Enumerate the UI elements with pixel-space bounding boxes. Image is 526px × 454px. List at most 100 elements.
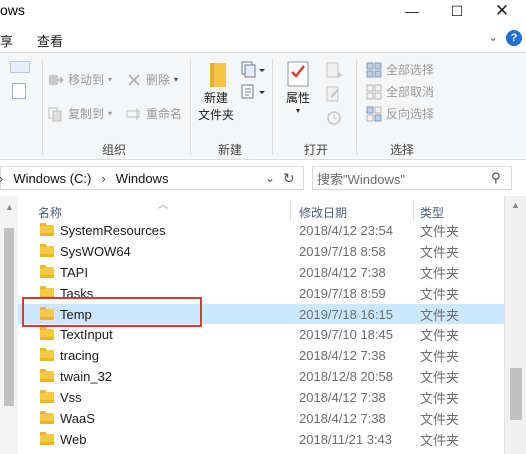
address-bar[interactable]: › Windows (C:) › Windows ⌄ ↻ (0, 166, 304, 190)
history-icon (327, 111, 341, 125)
search-icon[interactable]: ⚲ (491, 170, 501, 186)
folder-icon (40, 390, 54, 404)
scroll-up-icon[interactable]: ▲ (511, 200, 520, 210)
collapse-ribbon-icon[interactable]: ⌄ (488, 30, 498, 44)
list-item[interactable]: Vss 2018/4/12 7:38 文件夹 (18, 387, 504, 408)
folder-icon (40, 306, 54, 320)
file-type: 文件夹 (420, 328, 460, 344)
refresh-icon[interactable]: ↻ (283, 170, 295, 187)
list-item-selected[interactable]: Temp 2019/7/18 16:15 文件夹 (18, 303, 504, 325)
invert-selection-icon (366, 106, 382, 122)
rename-label: 重命名 (146, 107, 183, 121)
address-dropdown-icon[interactable]: ⌄ (265, 171, 275, 185)
open-group-label: 打开 (304, 143, 329, 157)
file-date: 2018/12/8 20:58 (299, 369, 393, 385)
delete-dropdown-icon: ▾ (174, 75, 179, 84)
close-button[interactable]: ✕ (482, 0, 522, 22)
scrollbar-thumb[interactable] (510, 368, 522, 420)
minimize-button[interactable]: — (392, 0, 432, 22)
file-name: TextInput (60, 327, 113, 343)
ribbon-separator (356, 59, 357, 155)
file-type: 文件夹 (420, 286, 460, 302)
list-item[interactable]: SystemResources 2018/4/12 23:54 文件夹 (18, 220, 504, 241)
file-name: TAPI (60, 264, 88, 280)
properties-button[interactable]: 属性 ▾ (280, 59, 316, 115)
list-item[interactable]: tracing 2018/4/12 7:38 文件夹 (18, 345, 504, 366)
new-folder-button[interactable]: 新建 文件夹 (196, 59, 236, 123)
column-type[interactable]: 类型 (420, 204, 444, 221)
ribbon-tabs: 享 查看 ⌄ ? (0, 26, 526, 52)
list-item[interactable]: WaaS 2018/4/12 7:38 文件夹 (18, 408, 504, 429)
breadcrumb-separator-icon[interactable]: › (101, 171, 105, 186)
scrollbar-thumb[interactable] (4, 228, 14, 406)
edit-button[interactable] (324, 85, 344, 106)
list-item[interactable]: SysWOW64 2019/7/18 8:58 文件夹 (18, 241, 504, 262)
folder-icon (40, 410, 54, 424)
file-name: SysWOW64 (60, 243, 131, 259)
file-name: Web (60, 431, 87, 447)
easy-access-icon (241, 84, 265, 99)
list-item[interactable]: Web 2018/11/21 3:43 文件夹 (18, 429, 504, 450)
file-type: 文件夹 (420, 265, 460, 281)
properties-dropdown-icon: ▾ (295, 106, 300, 115)
list-item[interactable]: twain_32 2018/12/8 20:58 文件夹 (18, 366, 504, 387)
copy-to-dropdown-icon: ▾ (108, 109, 113, 118)
maximize-button[interactable]: ☐ (437, 0, 477, 22)
file-date: 2019/7/10 18:45 (299, 327, 393, 343)
breadcrumb-drive[interactable]: Windows (C:) (13, 171, 91, 186)
file-date: 2018/4/12 7:38 (299, 264, 386, 280)
new-folder-label-line1: 新建 (203, 91, 228, 105)
rename-icon (126, 106, 142, 122)
copy-to-button[interactable]: 复制到 ▾ (48, 105, 112, 122)
file-type: 文件夹 (420, 223, 460, 239)
tab-share[interactable]: 享 (0, 31, 13, 50)
folder-icon (40, 285, 54, 299)
file-type: 文件夹 (420, 370, 460, 386)
search-input[interactable]: 搜索"Windows" (317, 169, 405, 188)
column-separator[interactable] (413, 200, 414, 222)
delete-button[interactable]: 删除 ▾ (126, 71, 178, 88)
help-icon[interactable]: ? (506, 30, 522, 46)
navigation-pane-scrollbar[interactable]: ▲ (0, 196, 18, 454)
column-date[interactable]: 修改日期 (299, 204, 347, 221)
copy-path-icon[interactable] (12, 83, 26, 99)
file-date: 2019/7/18 16:15 (299, 306, 393, 322)
folder-icon (40, 369, 54, 383)
select-none-button[interactable]: 全部取消 (366, 83, 434, 100)
column-name[interactable]: 名称 (38, 204, 62, 221)
file-list: SystemResources 2018/4/12 23:54 文件夹 SysW… (18, 220, 504, 454)
ribbon-separator (42, 59, 43, 155)
list-item[interactable]: Tasks 2019/7/18 8:59 文件夹 (18, 283, 504, 304)
window-title: ows (0, 2, 25, 18)
search-box[interactable]: 搜索"Windows" ⚲ (312, 166, 512, 190)
breadcrumb-separator-icon[interactable]: › (0, 171, 3, 186)
tab-view[interactable]: 查看 (37, 31, 63, 50)
file-date: 2018/4/12 7:38 (299, 390, 386, 406)
select-all-button[interactable]: 全部选择 (366, 61, 434, 78)
ribbon-separator (190, 59, 191, 155)
copy-to-icon (48, 106, 64, 122)
list-item[interactable]: TAPI 2018/4/12 7:38 文件夹 (18, 262, 504, 283)
open-button[interactable] (324, 61, 344, 82)
move-to-icon (48, 72, 65, 88)
file-name: Tasks (60, 285, 94, 301)
rename-button[interactable]: 重命名 (126, 105, 182, 122)
scroll-up-icon[interactable]: ▲ (5, 202, 14, 212)
invert-selection-button[interactable]: 反向选择 (366, 105, 434, 122)
file-type: 文件夹 (420, 307, 460, 323)
folder-icon (40, 327, 54, 341)
invert-selection-label: 反向选择 (386, 107, 435, 121)
paste-shortcut-icon[interactable] (10, 61, 30, 73)
sort-ascending-icon: ︿ (158, 200, 168, 211)
file-list-scrollbar[interactable]: ▲ (504, 196, 526, 454)
column-separator[interactable] (290, 200, 291, 222)
edit-icon (326, 86, 339, 102)
new-item-button[interactable] (240, 61, 266, 82)
easy-access-button[interactable] (240, 83, 266, 104)
history-button[interactable] (324, 109, 344, 130)
file-date: 2019/7/18 8:58 (299, 243, 386, 259)
breadcrumb-folder[interactable]: Windows (116, 171, 169, 186)
move-to-button[interactable]: 移动到 ▾ (48, 71, 112, 88)
folder-icon (40, 243, 54, 257)
list-item[interactable]: TextInput 2019/7/10 18:45 文件夹 (18, 324, 504, 345)
